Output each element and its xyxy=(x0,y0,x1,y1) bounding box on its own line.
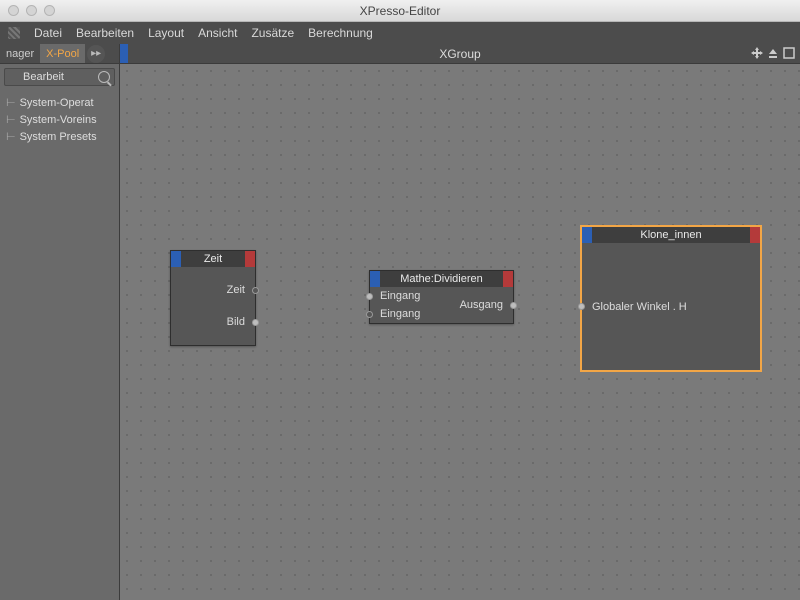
tab-cycle-button[interactable]: ▸▸ xyxy=(87,45,105,63)
port-dot-icon[interactable] xyxy=(366,311,373,318)
canvas-corner-buttons xyxy=(750,46,796,60)
sidebar: nager X-Pool ▸▸ Bearbeit ⊢System-Operat … xyxy=(0,44,120,600)
menubar: Datei Bearbeiten Layout Ansicht Zusätze … xyxy=(0,22,800,44)
tree-item[interactable]: ⊢System-Operat xyxy=(4,94,115,111)
node-canvas[interactable]: Zeit Zeit Bild Mathe:Divi xyxy=(120,64,800,600)
move-icon[interactable] xyxy=(750,46,764,60)
close-dot-icon[interactable] xyxy=(8,5,19,16)
canvas-titlebar: XGroup xyxy=(120,44,800,64)
canvas-title: XGroup xyxy=(439,47,480,61)
port-dot-icon[interactable] xyxy=(578,303,585,310)
port-dot-icon[interactable] xyxy=(366,293,373,300)
port-dot-icon[interactable] xyxy=(252,287,259,294)
menu-ansicht[interactable]: Ansicht xyxy=(198,26,237,40)
maximize-icon[interactable] xyxy=(782,46,796,60)
sidebar-tabs: nager X-Pool ▸▸ xyxy=(0,44,119,64)
tree-item[interactable]: ⊢System Presets xyxy=(4,128,115,145)
sidebar-tree: ⊢System-Operat ⊢System-Voreins ⊢System P… xyxy=(4,94,115,145)
window-titlebar: XPresso-Editor xyxy=(0,0,800,22)
output-port[interactable]: Bild xyxy=(171,313,255,331)
sidebar-category-label: Bearbeit xyxy=(23,71,64,83)
canvas-panel: XGroup Zeit Zeit xyxy=(120,44,800,600)
menu-berechnung[interactable]: Berechnung xyxy=(308,26,373,40)
search-icon[interactable] xyxy=(98,71,110,83)
tree-item[interactable]: ⊢System-Voreins xyxy=(4,111,115,128)
sidebar-category-row[interactable]: Bearbeit xyxy=(4,68,115,86)
tab-xpool[interactable]: X-Pool xyxy=(40,44,85,63)
app-icon xyxy=(8,27,20,39)
port-dot-icon[interactable] xyxy=(252,319,259,326)
minimize-dot-icon[interactable] xyxy=(26,5,37,16)
zoom-dot-icon[interactable] xyxy=(44,5,55,16)
category-icon xyxy=(9,72,19,82)
tab-nodemanager[interactable]: nager xyxy=(0,44,40,63)
node-mathe[interactable]: Mathe:Dividieren Eingang Eingang Ausgang xyxy=(369,270,514,324)
port-dot-icon[interactable] xyxy=(510,302,517,309)
menu-layout[interactable]: Layout xyxy=(148,26,184,40)
window-controls xyxy=(8,5,55,16)
node-title: Zeit xyxy=(171,253,255,265)
output-port[interactable]: Zeit xyxy=(171,281,255,299)
node-zeit[interactable]: Zeit Zeit Bild xyxy=(170,250,256,346)
collapse-down-icon[interactable] xyxy=(766,46,780,60)
window-title: XPresso-Editor xyxy=(0,4,800,18)
canvas-title-marker xyxy=(120,44,128,63)
output-port[interactable]: Ausgang xyxy=(450,296,513,314)
menu-bearbeiten[interactable]: Bearbeiten xyxy=(76,26,134,40)
input-port[interactable]: Globaler Winkel . H xyxy=(582,298,760,316)
node-klone[interactable]: Klone_innen Globaler Winkel . H xyxy=(581,226,761,371)
node-title: Mathe:Dividieren xyxy=(370,273,513,285)
menu-zusaetze[interactable]: Zusätze xyxy=(251,26,294,40)
menu-datei[interactable]: Datei xyxy=(34,26,62,40)
node-title: Klone_innen xyxy=(582,229,760,241)
